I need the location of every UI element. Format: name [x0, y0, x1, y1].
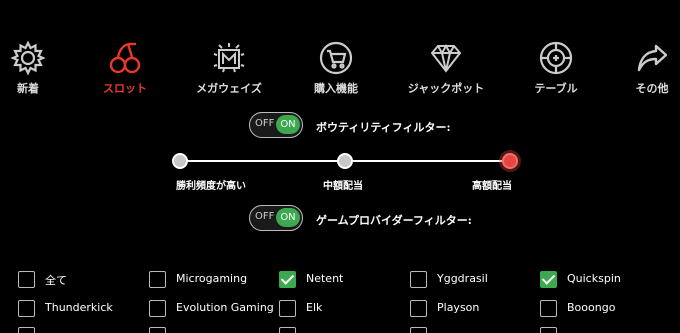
provider-label: Quickspin [567, 272, 621, 285]
checkbox-checked[interactable] [540, 271, 557, 288]
checkbox-unchecked[interactable] [279, 300, 296, 317]
slider-knob-high[interactable] [502, 153, 518, 169]
checkbox-unchecked[interactable] [149, 271, 166, 288]
provider-label: 全て [45, 274, 67, 287]
category-new[interactable]: 新着 [0, 40, 73, 96]
toggle-on-text: ON [276, 208, 300, 227]
checkbox-unchecked[interactable] [18, 327, 35, 333]
category-label: ジャックポット [407, 82, 485, 95]
provider-label: Thunderkick [45, 301, 113, 314]
diamond-icon [430, 43, 462, 73]
checkbox-unchecked[interactable] [149, 327, 166, 333]
cherry-icon [109, 42, 141, 74]
checkbox-unchecked[interactable] [279, 327, 296, 333]
category-megaways[interactable]: メガウェイズ [184, 40, 274, 96]
mega-m-icon [213, 43, 245, 73]
provider-label: Playson [437, 301, 480, 314]
provider-label: Yggdrasil [437, 272, 488, 285]
chip-icon [539, 41, 573, 75]
checkbox-unchecked[interactable] [540, 300, 557, 317]
provider-filter-label: ゲームプロバイダーフィルター: [316, 214, 472, 227]
checkbox-checked[interactable] [279, 271, 296, 288]
provider-label: Elk [306, 301, 323, 314]
toggle-off-text: OFF [255, 118, 275, 129]
checkbox-unchecked[interactable] [18, 271, 35, 288]
category-label: 購入機能 [314, 82, 358, 95]
provider-label: Booongo [567, 301, 616, 314]
slider-label-medium: 中額配当 [323, 181, 363, 192]
category-buy-feature[interactable]: 購入機能 [291, 40, 381, 96]
checkbox-unchecked[interactable] [18, 300, 35, 317]
checkbox-unchecked[interactable] [410, 271, 427, 288]
gear-icon [10, 40, 46, 76]
toggle-off-text: OFF [255, 211, 275, 222]
category-label: スロット [103, 82, 147, 95]
checkbox-unchecked[interactable] [410, 300, 427, 317]
slider-knob-low[interactable] [172, 153, 188, 169]
category-table[interactable]: テーブル [511, 40, 601, 96]
category-other[interactable]: その他 [607, 40, 680, 96]
category-slots[interactable]: スロット [80, 40, 170, 96]
slider-knob-medium[interactable] [337, 153, 353, 169]
category-bar: 新着 スロット メガウェイズ 購入機能 ジャックポット テーブル その他 [0, 40, 680, 100]
category-label: テーブル [534, 82, 578, 95]
checkbox-unchecked[interactable] [540, 327, 557, 333]
checkbox-unchecked[interactable] [149, 300, 166, 317]
slider-label-low: 勝利頻度が高い [176, 181, 246, 192]
provider-label: Microgaming [176, 272, 248, 285]
slider-label-high: 高額配当 [472, 181, 512, 192]
share-arrow-icon [637, 44, 668, 72]
provider-label: Evolution Gaming [176, 301, 274, 314]
provider-label: Netent [306, 272, 344, 285]
toggle-on-text: ON [276, 115, 300, 134]
volatility-filter-toggle[interactable]: OFF ON [249, 112, 303, 138]
provider-filter-toggle[interactable]: OFF ON [249, 205, 303, 231]
checkbox-unchecked[interactable] [410, 327, 427, 333]
volatility-filter-label: ボウティリティフィルター: [316, 121, 451, 134]
category-jackpot[interactable]: ジャックポット [401, 40, 491, 96]
category-label: 新着 [17, 82, 39, 95]
cart-icon [319, 41, 353, 75]
category-label: その他 [635, 82, 669, 95]
category-label: メガウェイズ [196, 82, 262, 95]
